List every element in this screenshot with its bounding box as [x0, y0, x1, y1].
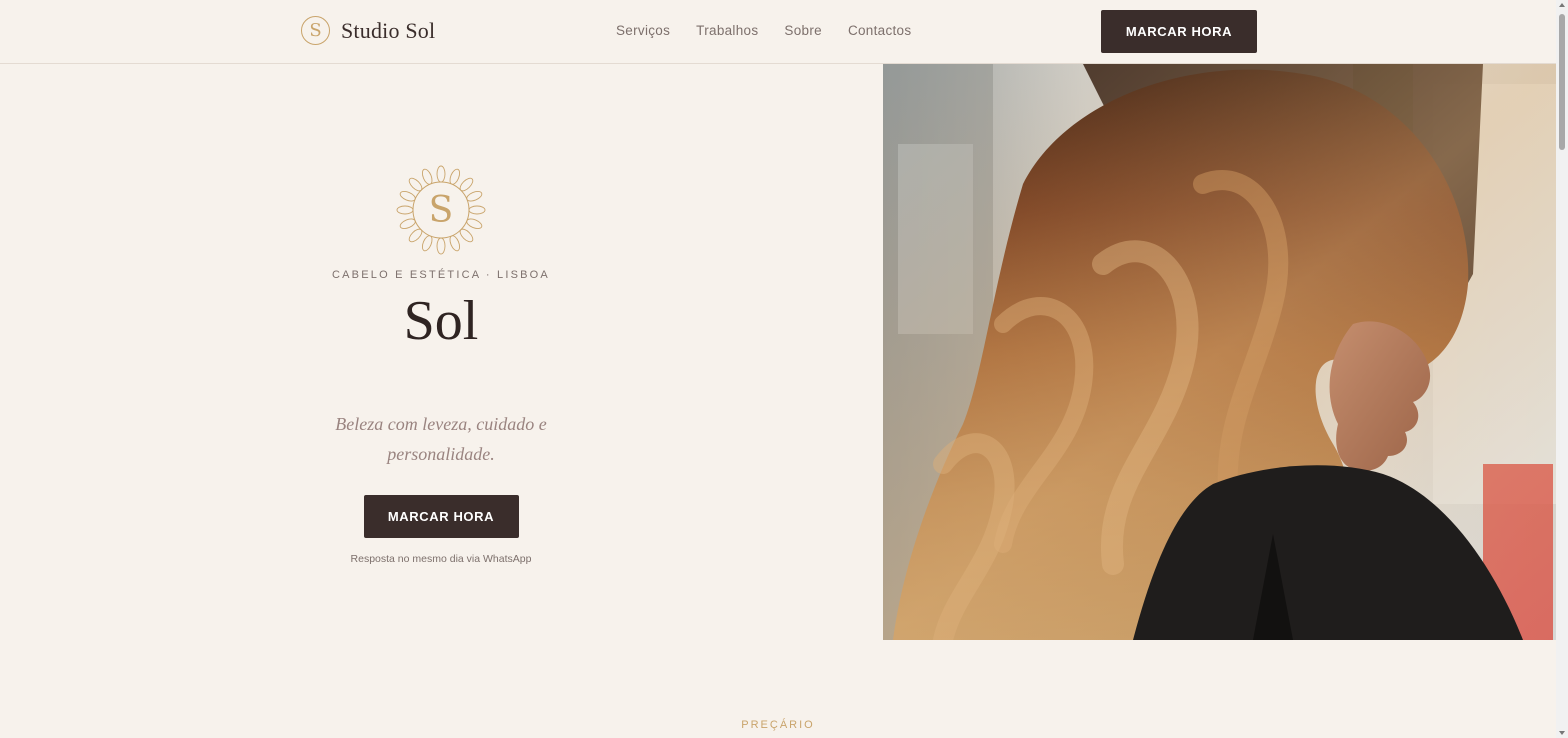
- brand-name: Studio Sol: [341, 17, 436, 43]
- page-scrollbar[interactable]: [1556, 0, 1568, 738]
- emblem-petal: [468, 205, 486, 215]
- hero-section: S CABELO E ESTÉTICA · LISBOA Sol Beleza …: [0, 65, 883, 640]
- emblem-petal: [396, 205, 414, 215]
- nav-link-sobre[interactable]: Sobre: [784, 23, 822, 38]
- header-book-button[interactable]: MARCAR HORA: [1101, 10, 1257, 53]
- emblem-petal: [436, 165, 446, 183]
- scroll-down-arrow-icon[interactable]: [1559, 731, 1565, 735]
- nav-link-contactos[interactable]: Contactos: [848, 23, 911, 38]
- hero-eyebrow: CABELO E ESTÉTICA · LISBOA: [332, 269, 550, 281]
- brand-mark-icon: S: [301, 16, 330, 45]
- nav-link-servicos[interactable]: Serviços: [616, 23, 670, 38]
- scrollbar-thumb[interactable]: [1559, 14, 1565, 150]
- emblem-letter: S: [429, 190, 454, 231]
- nav-link-trabalhos[interactable]: Trabalhos: [696, 23, 758, 38]
- brand-logo-link[interactable]: S Studio Sol: [301, 16, 435, 45]
- hero-tagline: Beleza com leveza, cuidado e personalida…: [335, 413, 547, 464]
- hero-title: Sol: [403, 290, 479, 352]
- sun-emblem-icon: S: [396, 165, 486, 255]
- pricing-section-eyebrow: PREÇÁRIO: [741, 719, 815, 731]
- hero-whatsapp-note: Resposta no mesmo dia via WhatsApp: [350, 552, 532, 565]
- site-header: S Studio Sol Serviços Trabalhos Sobre Co…: [0, 0, 1556, 64]
- hero-content: S CABELO E ESTÉTICA · LISBOA Sol Beleza …: [241, 165, 641, 565]
- scroll-up-arrow-icon[interactable]: [1559, 3, 1565, 7]
- emblem-petal: [436, 237, 446, 255]
- hero-photo: [883, 64, 1556, 640]
- hero-book-button[interactable]: MARCAR HORA: [363, 494, 519, 538]
- hair-photo-illustration: [883, 64, 1556, 640]
- main-nav: Serviços Trabalhos Sobre Contactos: [616, 23, 911, 38]
- page: S Studio Sol Serviços Trabalhos Sobre Co…: [0, 0, 1568, 738]
